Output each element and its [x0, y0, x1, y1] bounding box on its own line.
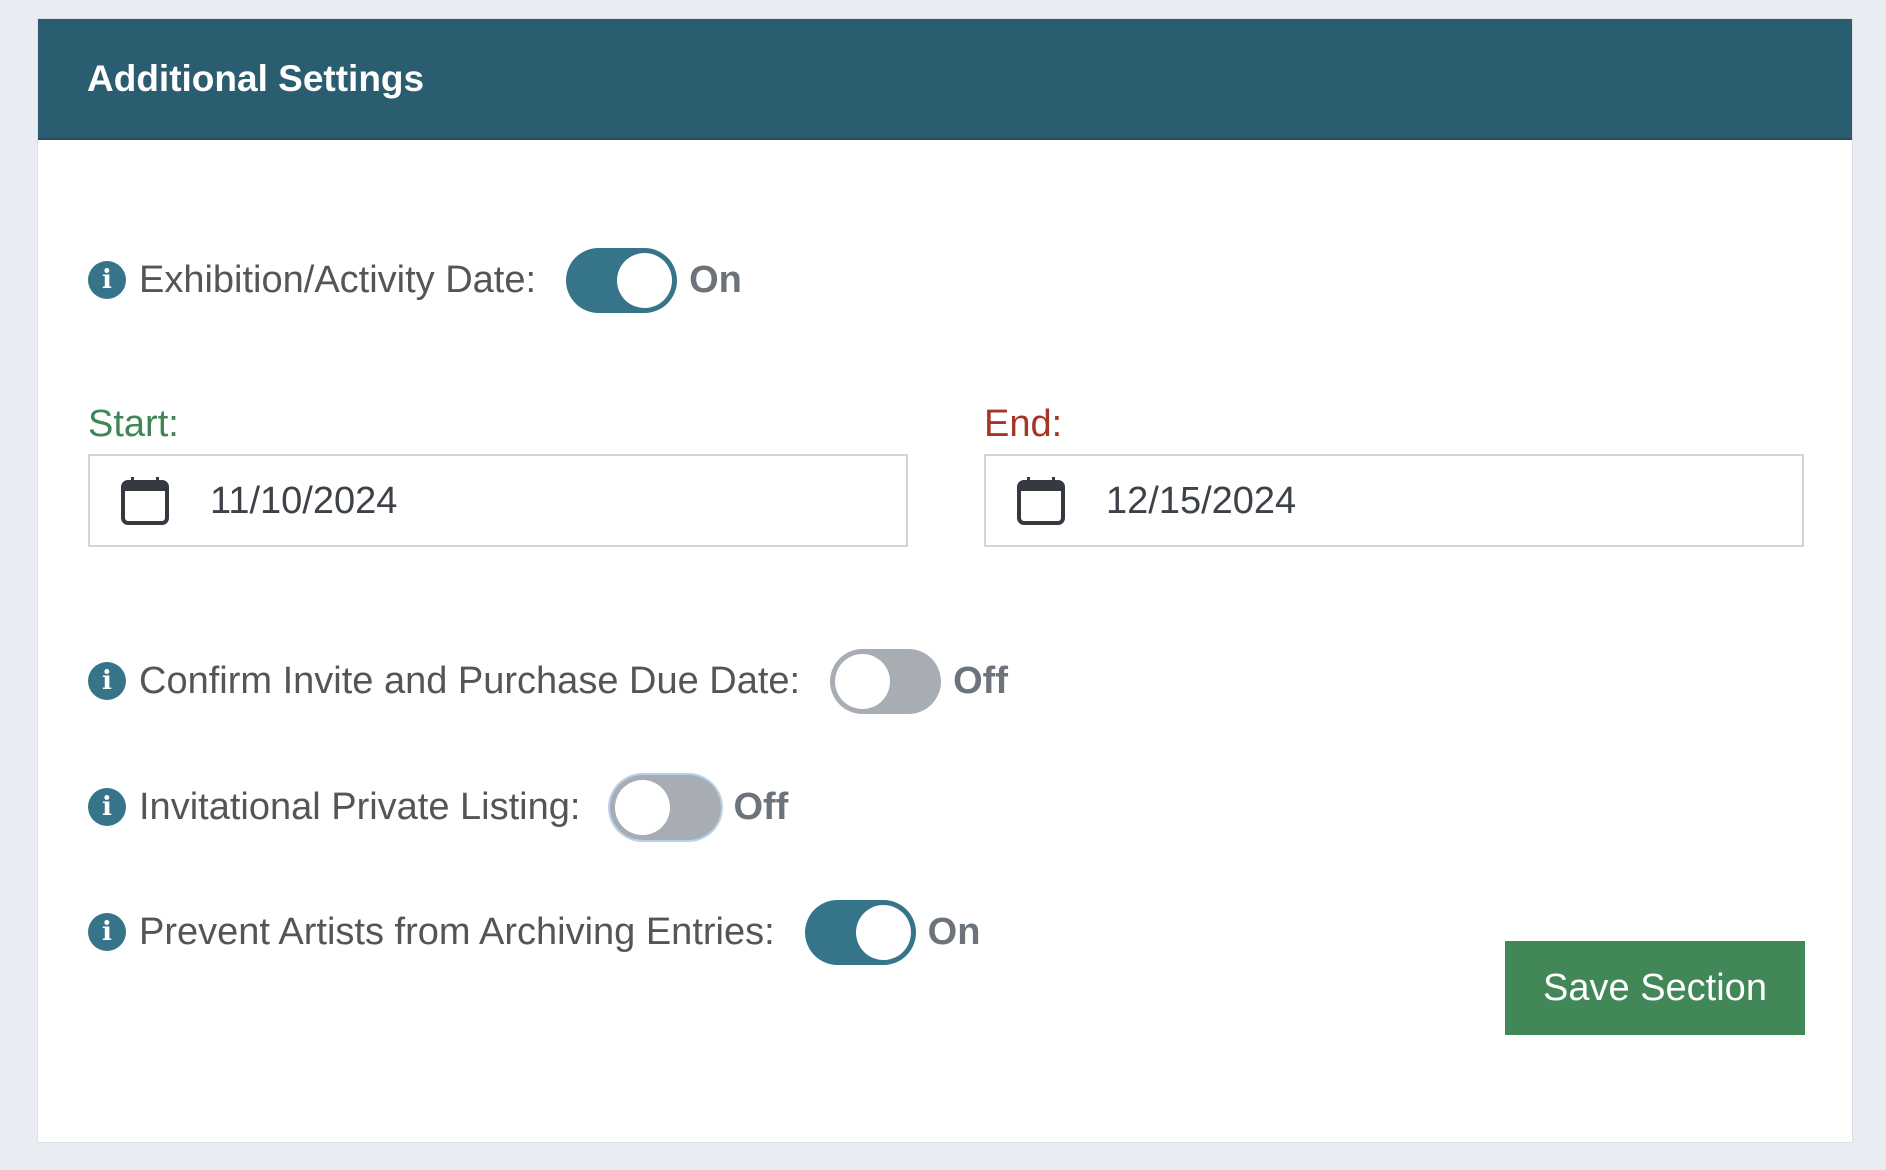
toggle-knob	[835, 653, 891, 709]
end-date-label: End:	[984, 403, 1063, 445]
info-icon[interactable]: i	[88, 261, 126, 299]
save-section-button[interactable]: Save Section	[1505, 941, 1805, 1035]
info-icon[interactable]: i	[88, 662, 126, 700]
exhibition-date-label: Exhibition/Activity Date:	[139, 259, 537, 301]
info-icon[interactable]: i	[88, 913, 126, 951]
confirm-invite-toggle[interactable]	[830, 648, 942, 714]
prevent-archiving-toggle-state: On	[927, 911, 981, 953]
start-date-label: Start:	[88, 403, 179, 445]
exhibition-date-toggle[interactable]	[566, 247, 678, 313]
panel-title: Additional Settings	[87, 58, 425, 99]
info-icon[interactable]: i	[88, 788, 126, 826]
end-date-input[interactable]: 12/15/2024	[984, 454, 1804, 547]
start-date-input[interactable]: 11/10/2024	[88, 454, 908, 547]
prevent-archiving-row: i Prevent Artists from Archiving Entries…	[88, 899, 980, 965]
prevent-archiving-label: Prevent Artists from Archiving Entries:	[139, 911, 775, 953]
confirm-invite-label: Confirm Invite and Purchase Due Date:	[139, 660, 801, 702]
exhibition-date-toggle-state: On	[689, 259, 742, 301]
invitational-private-listing-toggle-state: Off	[733, 786, 789, 828]
exhibition-date-row: i Exhibition/Activity Date: On	[88, 247, 742, 313]
confirm-invite-row: i Confirm Invite and Purchase Due Date: …	[88, 648, 1008, 714]
calendar-icon[interactable]	[120, 476, 170, 526]
toggle-knob	[855, 904, 911, 960]
invitational-private-listing-row: i Invitational Private Listing: Off	[88, 774, 788, 840]
panel-header: Additional Settings	[38, 19, 1852, 140]
calendar-icon[interactable]	[1016, 476, 1066, 526]
confirm-invite-toggle-state: Off	[953, 660, 1008, 702]
additional-settings-panel: Additional Settings i Exhibition/Activit…	[37, 18, 1853, 1143]
invitational-private-listing-toggle[interactable]	[610, 774, 722, 840]
toggle-knob	[615, 779, 671, 835]
toggle-knob	[617, 252, 673, 308]
start-date-value: 11/10/2024	[210, 479, 398, 522]
end-date-value: 12/15/2024	[1106, 479, 1297, 522]
invitational-private-listing-label: Invitational Private Listing:	[139, 786, 581, 828]
prevent-archiving-toggle[interactable]	[804, 899, 916, 965]
